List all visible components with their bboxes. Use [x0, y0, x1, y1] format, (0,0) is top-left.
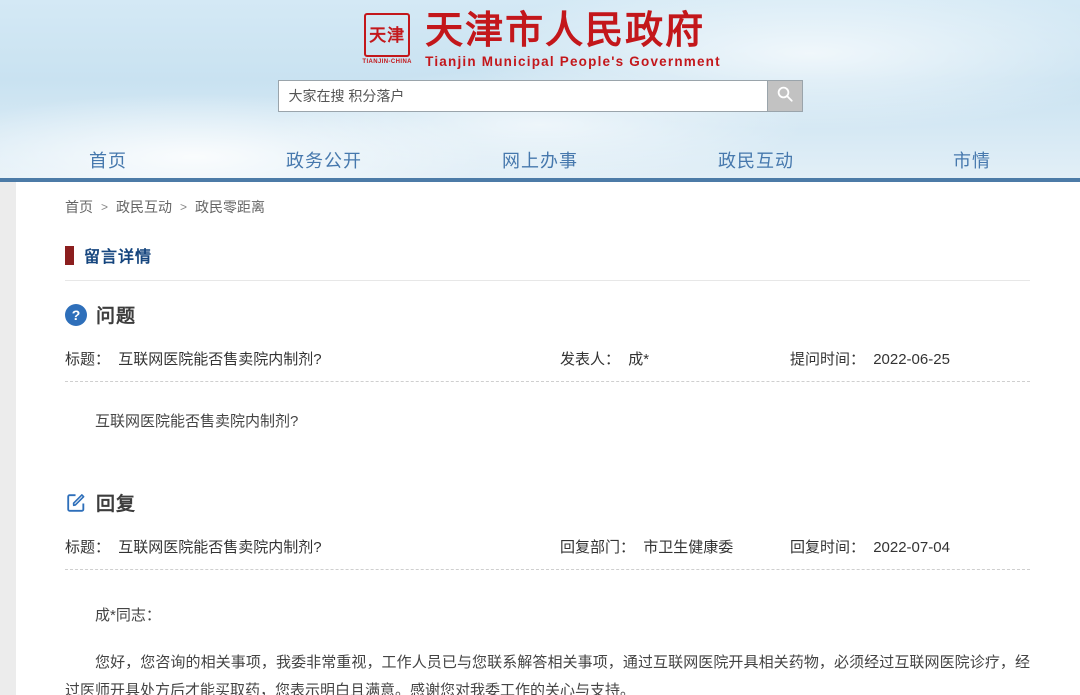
reply-heading: 回复: [65, 489, 1030, 516]
reply-meta-row: 标题： 互联网医院能否售卖院内制剂? 回复部门： 市卫生健康委 回复时间： 20…: [65, 536, 1030, 557]
site-title-cn: 天津市人民政府: [425, 9, 706, 52]
dashed-divider: [65, 569, 1030, 570]
question-title-field: 标题： 互联网医院能否售卖院内制剂?: [65, 348, 560, 369]
search-button[interactable]: [766, 80, 803, 112]
reply-edit-icon: [65, 492, 87, 514]
dashed-divider: [65, 381, 1030, 382]
main-nav: 首页 政务公开 网上办事 政民互动 市情: [0, 144, 1080, 176]
nav-item-gov-affairs[interactable]: 政务公开: [216, 147, 432, 173]
site-title-en: Tianjin Municipal People's Government: [425, 53, 721, 69]
question-author-label: 发表人：: [560, 351, 621, 368]
reply-dept-label: 回复部门：: [560, 539, 636, 556]
breadcrumb-separator: >: [101, 200, 109, 214]
reply-block: 回复 标题： 互联网医院能否售卖院内制剂? 回复部门： 市卫生健康委 回复时间：…: [65, 489, 1030, 695]
nav-item-public-interaction[interactable]: 政民互动: [648, 147, 864, 173]
question-title-label: 标题：: [65, 351, 111, 368]
question-meta-row: 标题： 互联网医院能否售卖院内制剂? 发表人： 成* 提问时间： 2022-06…: [65, 348, 1030, 369]
seal-logo-icon: 天津 TIANJIN-CHINA: [359, 13, 415, 65]
breadcrumb-home[interactable]: 首页: [65, 197, 93, 217]
section-accent-bar: [65, 245, 74, 265]
question-title-value: 互联网医院能否售卖院内制剂?: [118, 351, 322, 368]
site-titles: 天津市人民政府 Tianjin Municipal People's Gover…: [425, 10, 721, 69]
question-block: ? 问题 标题： 互联网医院能否售卖院内制剂? 发表人： 成* 提问时间： 20…: [65, 301, 1030, 431]
site-banner: 天津 TIANJIN-CHINA 天津市人民政府 Tianjin Municip…: [0, 0, 1080, 182]
reply-salutation: 成*同志：: [95, 607, 161, 624]
reply-dept-value: 市卫生健康委: [643, 539, 734, 556]
reply-time-value: 2022-07-04: [873, 539, 950, 556]
nav-item-online-services[interactable]: 网上办事: [432, 147, 648, 173]
reply-body: 您好，您咨询的相关事项，我委非常重视，工作人员已与您联系解答相关事项，通过互联网…: [65, 654, 1030, 695]
breadcrumb: 首页 > 政民互动 > 政民零距离: [65, 182, 1030, 217]
question-body: 互联网医院能否售卖院内制剂?: [95, 413, 299, 430]
breadcrumb-current-page: 政民零距离: [195, 199, 266, 215]
main-content: 首页 > 政民互动 > 政民零距离 留言详情 ? 问题 标题： 互联网医院能否售…: [16, 182, 1080, 695]
question-heading: ? 问题: [65, 301, 1030, 328]
question-heading-label: 问题: [96, 306, 137, 327]
question-time-value: 2022-06-25: [873, 351, 950, 368]
nav-item-city-info[interactable]: 市情: [864, 147, 1080, 173]
seal-caption: TIANJIN-CHINA: [362, 59, 412, 65]
search-bar: [0, 80, 1080, 112]
breadcrumb-separator: >: [180, 200, 188, 214]
search-icon: [776, 85, 794, 108]
reply-heading-label: 回复: [96, 494, 137, 515]
page-title: 留言详情: [84, 249, 153, 266]
question-author-value: 成*: [628, 351, 650, 368]
question-time-field: 提问时间： 2022-06-25: [790, 348, 1030, 369]
site-logo[interactable]: 天津 TIANJIN-CHINA 天津市人民政府 Tianjin Municip…: [0, 0, 1080, 72]
question-author-field: 发表人： 成*: [560, 348, 790, 369]
question-time-label: 提问时间：: [790, 351, 866, 368]
question-mark-icon: ?: [65, 303, 87, 326]
section-header: 留言详情: [65, 243, 1030, 281]
seal-characters: 天津: [364, 13, 411, 57]
reply-title-value: 互联网医院能否售卖院内制剂?: [118, 539, 322, 556]
search-input[interactable]: [277, 80, 767, 112]
reply-title-label: 标题：: [65, 539, 111, 556]
reply-time-field: 回复时间： 2022-07-04: [790, 536, 1030, 557]
breadcrumb-public-interaction[interactable]: 政民互动: [116, 197, 172, 217]
reply-dept-field: 回复部门： 市卫生健康委: [560, 536, 790, 557]
reply-time-label: 回复时间：: [790, 539, 866, 556]
nav-item-home[interactable]: 首页: [0, 147, 216, 173]
reply-title-field: 标题： 互联网医院能否售卖院内制剂?: [65, 536, 560, 557]
